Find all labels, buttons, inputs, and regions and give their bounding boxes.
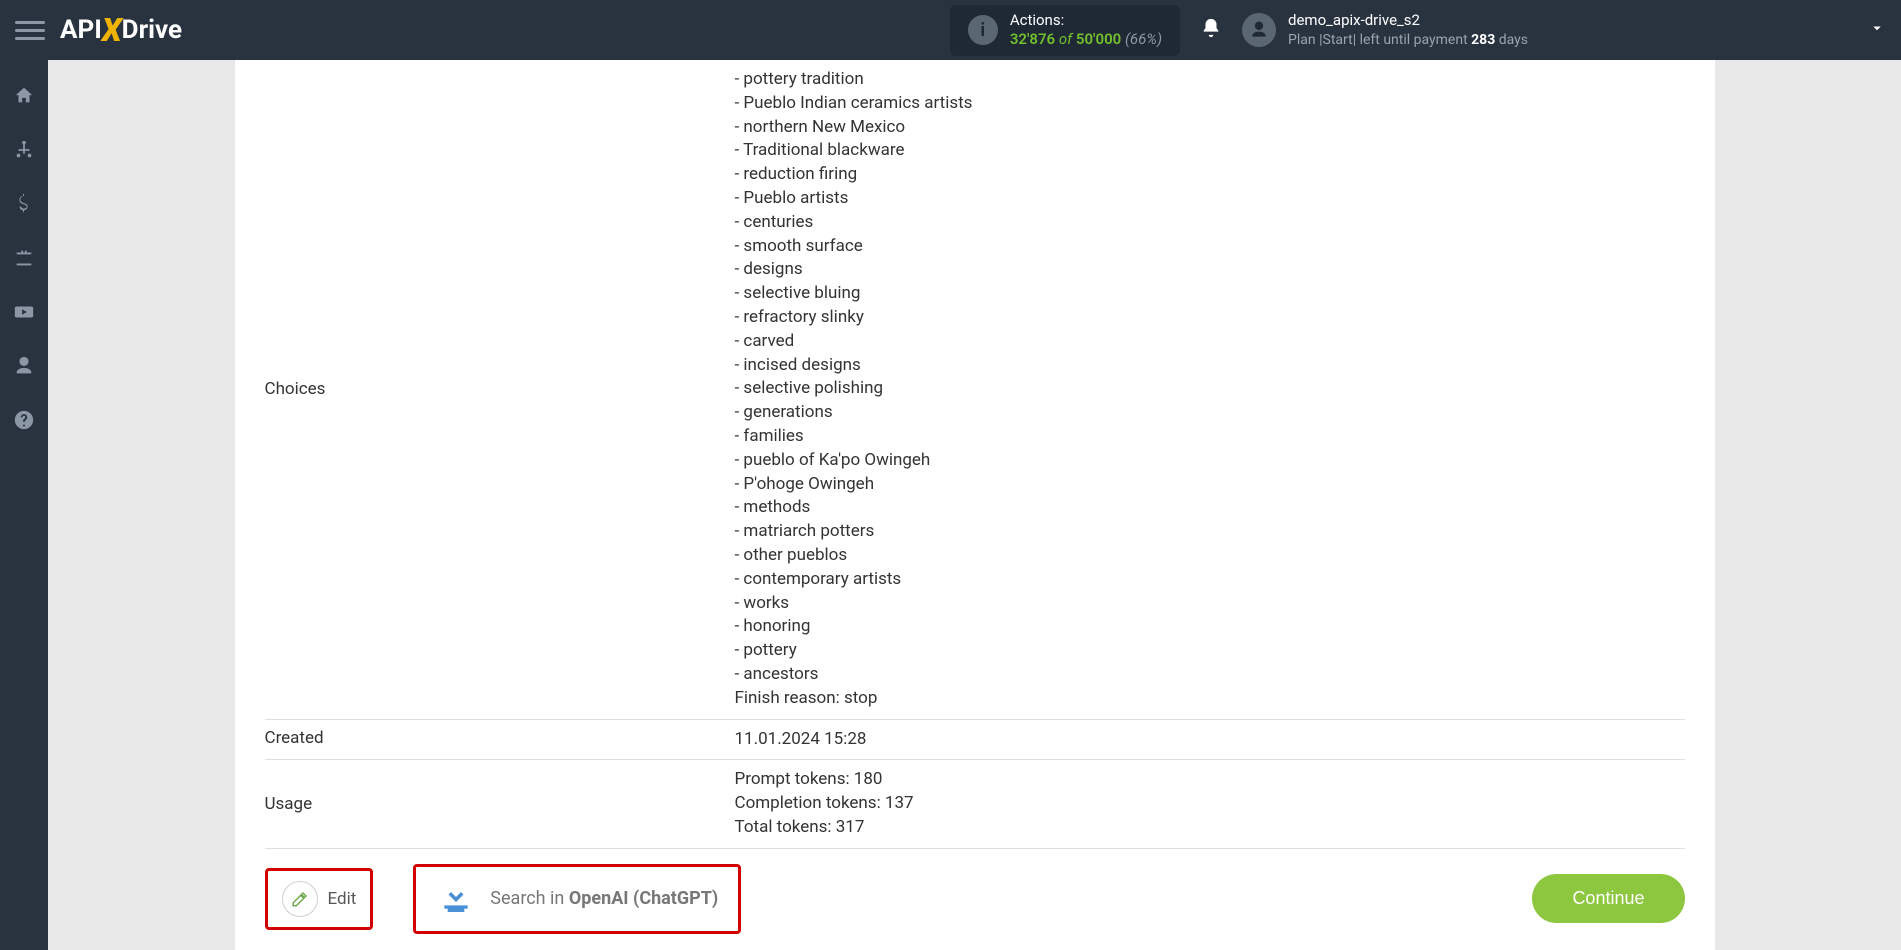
pencil-icon [282, 881, 318, 917]
choices-label: Choices [265, 379, 735, 399]
edit-label: Edit [328, 889, 357, 909]
menu-button[interactable] [15, 15, 45, 45]
actions-pct: (66%) [1125, 30, 1162, 48]
main-content: Choices - pottery tradition - Pueblo Ind… [48, 60, 1901, 950]
choices-row: Choices - pottery tradition - Pueblo Ind… [265, 60, 1685, 720]
actions-label: Actions: [1010, 11, 1162, 31]
logo-x-icon: X [102, 11, 122, 49]
created-label: Created [265, 728, 735, 752]
avatar-icon [1242, 13, 1276, 47]
user-block[interactable]: demo_apix-drive_s2 Plan |Start| left unt… [1242, 10, 1528, 51]
usage-row: Usage Prompt tokens: 180 Completion toke… [265, 760, 1685, 848]
usage-label: Usage [265, 794, 735, 814]
created-row: Created 11.01.2024 15:28 [265, 720, 1685, 761]
search-text: Search in OpenAI (ChatGPT) [490, 888, 718, 909]
user-icon[interactable] [13, 355, 35, 381]
created-value: 11.01.2024 15:28 [735, 728, 1685, 752]
choices-value: - pottery tradition - Pueblo Indian cera… [735, 68, 1685, 711]
chevron-down-icon[interactable] [1868, 19, 1886, 41]
actions-counter[interactable]: i Actions: 32'876 of 50'000 (66%) [950, 5, 1180, 56]
home-icon[interactable] [13, 85, 35, 111]
card: Choices - pottery tradition - Pueblo Ind… [235, 60, 1715, 950]
notifications-icon[interactable] [1200, 17, 1222, 43]
continue-button[interactable]: Continue [1532, 874, 1684, 923]
download-icon [436, 877, 476, 921]
footer-actions: Edit Search in OpenAI (ChatGPT) Continue [265, 849, 1685, 934]
usage-value: Prompt tokens: 180 Completion tokens: 13… [735, 768, 1685, 839]
briefcase-icon[interactable] [13, 247, 35, 273]
actions-used: 32'876 [1010, 30, 1055, 48]
actions-total: 50'000 [1076, 30, 1121, 48]
sidebar [0, 60, 48, 950]
actions-of: of [1059, 30, 1072, 48]
user-plan: Plan |Start| left until payment 283 days [1288, 31, 1528, 51]
topbar: APIXDrive i Actions: 32'876 of 50'000 (6… [0, 0, 1901, 60]
help-icon[interactable] [13, 409, 35, 435]
connections-icon[interactable] [13, 139, 35, 165]
logo-text-1: API [60, 15, 102, 45]
search-in-button[interactable]: Search in OpenAI (ChatGPT) [413, 864, 741, 934]
actions-text: Actions: 32'876 of 50'000 (66%) [1010, 11, 1162, 50]
youtube-icon[interactable] [13, 301, 35, 327]
edit-button[interactable]: Edit [265, 868, 374, 930]
username: demo_apix-drive_s2 [1288, 10, 1528, 31]
info-icon: i [968, 15, 998, 45]
user-info: demo_apix-drive_s2 Plan |Start| left unt… [1288, 10, 1528, 51]
dollar-icon[interactable] [13, 193, 35, 219]
logo[interactable]: APIXDrive [60, 11, 182, 49]
logo-text-2: Drive [122, 15, 182, 45]
